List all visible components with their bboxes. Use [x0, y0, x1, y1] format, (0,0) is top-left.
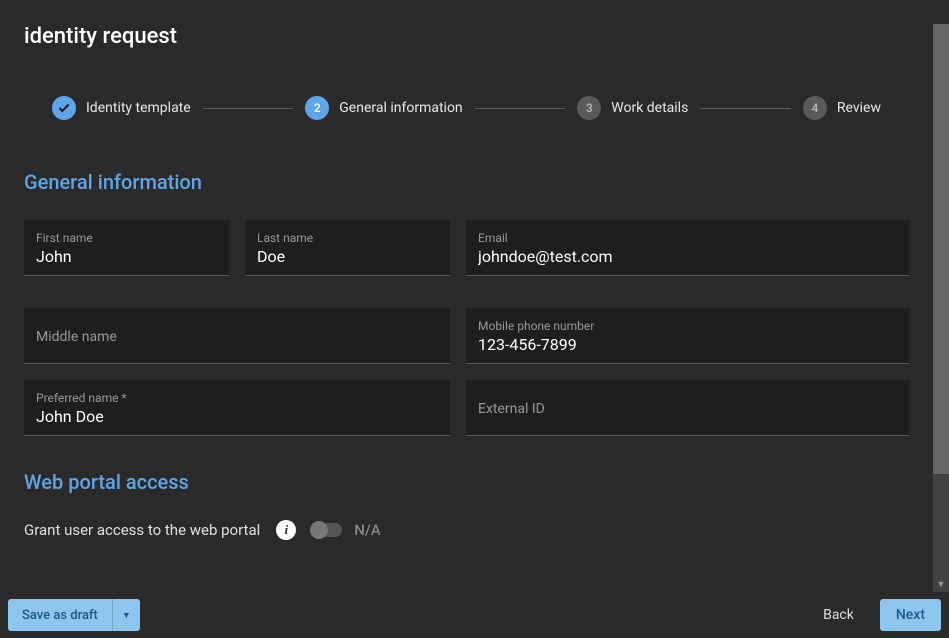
last-name-field[interactable]: Last name — [245, 220, 450, 276]
scrollbar-thumb[interactable] — [933, 24, 949, 474]
mobile-field[interactable]: Mobile phone number — [466, 308, 909, 364]
last-name-input[interactable] — [257, 247, 438, 266]
next-button[interactable]: Next — [880, 599, 941, 631]
field-label: First name — [36, 231, 217, 245]
first-name-input[interactable] — [36, 247, 217, 266]
stepper: Identity template 2 General information … — [52, 96, 881, 120]
scrollbar-down-icon[interactable]: ▼ — [933, 576, 949, 592]
step-circle-active: 2 — [305, 96, 329, 120]
toggle-state-label: N/A — [354, 521, 380, 539]
toggle-knob — [310, 521, 328, 539]
step-circle-completed — [52, 96, 76, 120]
checkmark-icon — [57, 101, 71, 115]
step-general-information[interactable]: 2 General information — [305, 96, 462, 120]
save-as-draft-button[interactable]: Save as draft — [8, 599, 112, 631]
page-title: identity request — [0, 0, 949, 49]
step-label: Review — [837, 100, 881, 116]
step-work-details[interactable]: 3 Work details — [577, 96, 688, 120]
field-label: Middle name — [36, 329, 438, 345]
field-label: Mobile phone number — [478, 319, 897, 333]
step-identity-template[interactable]: Identity template — [52, 96, 191, 120]
footer-right: Back Next — [813, 599, 941, 631]
save-draft-dropdown-button[interactable]: ▼ — [112, 599, 140, 631]
step-label: Work details — [611, 100, 688, 116]
first-name-field[interactable]: First name — [24, 220, 229, 276]
field-label: External ID — [478, 401, 897, 417]
portal-access-row: Grant user access to the web portal i N/… — [24, 520, 909, 540]
content-area: Identity template 2 General information … — [0, 60, 933, 590]
email-input[interactable] — [478, 247, 897, 266]
external-id-field[interactable]: External ID — [466, 380, 909, 436]
chevron-down-icon: ▼ — [122, 610, 131, 621]
step-circle-pending: 4 — [803, 96, 827, 120]
step-connector — [700, 108, 791, 109]
step-label: Identity template — [86, 100, 191, 116]
middle-name-field[interactable]: Middle name — [24, 308, 450, 364]
field-label: Preferred name * — [36, 391, 438, 405]
form-grid: First name Last name Email Middle name M… — [24, 220, 909, 436]
step-connector — [203, 108, 294, 109]
back-button[interactable]: Back — [813, 599, 864, 631]
portal-access-toggle[interactable] — [312, 523, 342, 537]
email-field[interactable]: Email — [466, 220, 909, 276]
mobile-input[interactable] — [478, 335, 897, 354]
preferred-name-input[interactable] — [36, 407, 438, 426]
step-circle-pending: 3 — [577, 96, 601, 120]
field-label: Last name — [257, 231, 438, 245]
section-title-portal: Web portal access — [24, 470, 909, 494]
info-icon[interactable]: i — [276, 520, 296, 540]
preferred-name-field[interactable]: Preferred name * — [24, 380, 450, 436]
step-label: General information — [339, 100, 462, 116]
step-review[interactable]: 4 Review — [803, 96, 881, 120]
step-connector — [475, 108, 566, 109]
footer-bar: Save as draft ▼ Back Next — [0, 592, 949, 638]
section-title-general: General information — [24, 170, 909, 194]
field-label: Email — [478, 231, 897, 245]
save-draft-group: Save as draft ▼ — [8, 599, 140, 631]
grant-access-label: Grant user access to the web portal — [24, 521, 260, 539]
